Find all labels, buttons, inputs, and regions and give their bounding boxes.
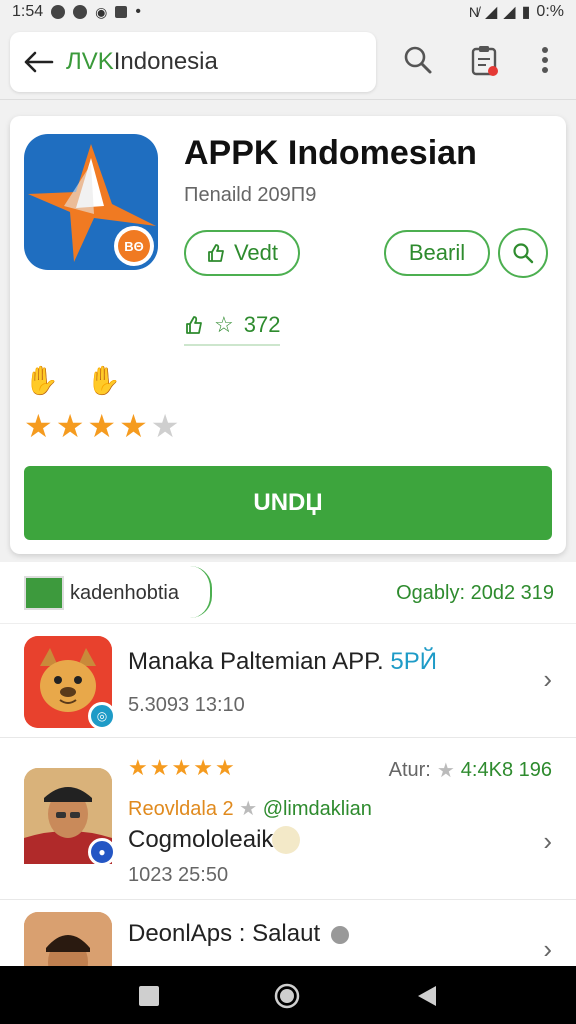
list-item-meta: 1023 25:50 — [128, 864, 229, 886]
search-circle-button[interactable] — [498, 228, 548, 278]
chevron-right-icon: › — [543, 664, 552, 694]
hand-icon-2: ✋ — [86, 365, 121, 396]
search-bar[interactable]: ЛVK Indonesia — [10, 32, 376, 92]
home-button[interactable] — [274, 983, 300, 1009]
search-icon — [513, 243, 534, 264]
star-outline-icon: ☆ — [214, 312, 234, 337]
app-title: APPK Indomesian — [184, 134, 477, 172]
thumbs-up-icon — [208, 244, 224, 262]
verified-badge-icon: ◎ — [88, 702, 116, 730]
star-icon: ★ — [87, 408, 117, 444]
vedt-button[interactable]: Vedt — [184, 230, 300, 276]
bearil-button-label: Bearil — [408, 240, 466, 265]
likes-stat[interactable]: ☆ 372 — [184, 312, 281, 346]
rating-label: Atur: — [388, 759, 431, 781]
star-empty-icon: ★ — [150, 408, 180, 444]
battery-icon: ▮ — [521, 4, 531, 21]
brand-name: Indonesia — [113, 48, 218, 75]
circle-icon — [274, 983, 300, 1009]
list-item-title: Manaka Paltemian APP. 5PЙ — [128, 648, 437, 675]
flag-icon — [24, 576, 64, 610]
status-time: 1:54 — [12, 3, 44, 20]
chevron-right-icon: › — [543, 934, 552, 964]
list-item-meta: 5.3093 13:10 — [128, 694, 245, 716]
emoji-icon — [272, 826, 300, 854]
list-item-stars: ★ ★ ★ ★ ★ — [128, 756, 235, 780]
battery-percent: 0:% — [536, 3, 564, 20]
status-bar: 1:54 ◉ • N̸ ◢ ◢ ▮ 0:% — [0, 0, 576, 24]
notification-icon-2 — [73, 5, 88, 19]
star-icon: ★ — [55, 408, 85, 444]
rating-stars: ★ ★ ★ ★ ★ — [24, 408, 179, 444]
star-icon: ★ — [171, 755, 192, 780]
wifi-icon: ◉ — [95, 3, 108, 20]
app-thumbnail — [24, 912, 112, 966]
list-item[interactable]: ● ★ ★ ★ ★ ★ Atur: ★ 4:4K8 196 Reovldala … — [0, 738, 576, 900]
arrow-left-icon — [24, 51, 54, 73]
search-icon — [404, 46, 432, 74]
overflow-menu-button[interactable] — [526, 38, 564, 82]
cell-icon: ◢ — [503, 4, 516, 21]
download-button[interactable]: UNDЏ — [24, 466, 552, 540]
list-header-label: kadenhobtia — [70, 582, 179, 604]
app-icon-badge: ΒΘ — [114, 226, 154, 266]
list-header-date[interactable]: Ogably: 20d2 319 — [396, 582, 554, 605]
app-bar: ЛVK Indonesia — [0, 24, 576, 100]
recents-button[interactable] — [136, 983, 162, 1009]
list-item-title-accent: 5PЙ — [390, 648, 437, 675]
star-small-icon: ★ — [436, 760, 455, 782]
vedt-button-label: Vedt — [233, 240, 279, 265]
app-brand: ЛVK Indonesia — [66, 48, 218, 76]
star-icon: ★ — [149, 755, 170, 780]
app-thumbnail: ● — [24, 768, 116, 866]
list-item-rating: Atur: ★ 4:4K8 196 — [389, 758, 552, 783]
thumbs-up-icon — [186, 316, 202, 334]
triangle-back-icon — [418, 986, 436, 1006]
more-notifications-icon: • — [135, 3, 141, 20]
system-nav-bar — [0, 966, 576, 1024]
star-icon: ★ — [24, 408, 53, 444]
search-button[interactable] — [398, 38, 438, 82]
notification-dot — [488, 66, 498, 76]
list-header: kadenhobtia Ogably: 20d2 319 — [0, 562, 576, 624]
app-thumbnail: ◎ — [24, 636, 116, 730]
star-icon: ★ — [128, 755, 148, 780]
signal-icon: ◢ — [484, 4, 498, 21]
person-avatar-icon — [24, 912, 112, 966]
app-icon[interactable]: ΒΘ — [24, 134, 158, 270]
notification-icon — [51, 5, 66, 19]
chevron-right-icon: › — [543, 826, 552, 856]
star-icon: ★ — [214, 755, 235, 780]
app-detail-card: ΒΘ APPK Indomesian Πenaild 209Π9 Vedt Be… — [10, 116, 566, 554]
rating-value: 4:4K8 196 — [460, 759, 552, 781]
star-icon: ★ — [193, 755, 213, 780]
star-icon: ★ — [119, 408, 148, 444]
notification-icon-3 — [115, 6, 128, 18]
list-item[interactable]: ◎ Manaka Paltemian APP. 5PЙ 5.3093 13:10… — [0, 624, 576, 738]
clipboard-button[interactable] — [464, 38, 504, 82]
info-icon — [330, 925, 349, 944]
likes-count: 372 — [243, 312, 281, 337]
list-item-subtitle: Reovldala 2 ★ @limdaklian — [128, 798, 372, 820]
brand-prefix: ЛVK — [66, 48, 114, 75]
list-item-title: DeonlAps : Salaut — [128, 920, 349, 948]
mute-icon: N̸ — [468, 4, 479, 20]
header-divider — [190, 566, 212, 618]
app-list: kadenhobtia Ogably: 20d2 319 ◎ Manaka Pa… — [0, 562, 576, 966]
back-nav-button[interactable] — [414, 983, 440, 1009]
list-item-title: Cogmololeaik — [128, 826, 274, 853]
app-subtitle: Πenaild 209Π9 — [184, 184, 317, 206]
bearil-button[interactable]: Bearil — [384, 230, 490, 276]
square-icon — [139, 986, 159, 1006]
hand-icon: ✋ — [24, 365, 59, 396]
list-item[interactable]: DeonlAps : Salaut › — [0, 900, 576, 966]
verified-badge-icon: ● — [88, 838, 116, 866]
more-vertical-icon — [542, 47, 548, 73]
back-button[interactable] — [10, 32, 66, 92]
star-small-icon: ★ — [239, 798, 258, 820]
